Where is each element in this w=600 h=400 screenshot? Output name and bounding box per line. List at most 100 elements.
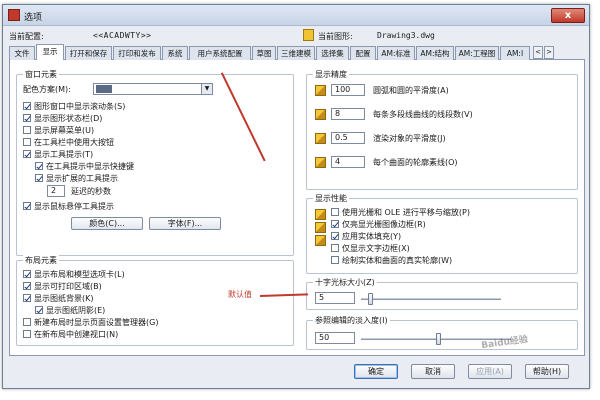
checkbox-box[interactable] (23, 137, 31, 146)
checkbox-text-frame[interactable]: 仅显示文字边框(X) (331, 243, 410, 254)
tab-am-standards[interactable]: AM:标准 (377, 46, 415, 60)
checkbox-label: 在工具提示中显示快捷键 (46, 162, 134, 171)
crosshair-size-title: 十字光标大小(Z) (313, 277, 377, 288)
color-scheme-select[interactable]: ▼ (93, 83, 213, 95)
checkbox-box[interactable] (331, 219, 339, 228)
crosshair-slider-track[interactable] (361, 298, 501, 300)
tab-scroll-left[interactable]: < (533, 46, 543, 59)
checkbox-label: 显示图形状态栏(D) (34, 114, 103, 123)
checkbox-tooltip-shortcuts[interactable]: 在工具提示中显示快捷键 (35, 161, 134, 172)
default-value-annotation: 默认值 (228, 290, 252, 299)
layout-elements-title: 布局元素 (23, 255, 59, 266)
checkbox-box[interactable] (23, 329, 31, 338)
app-icon (8, 9, 20, 21)
current-drawing-value: Drawing3.dwg (377, 31, 435, 40)
checkbox-rollover-tooltips[interactable]: 显示鼠标悬停工具提示 (23, 201, 114, 212)
performance-icon (315, 209, 326, 220)
tab-plot-publish[interactable]: 打印和发布 (113, 46, 161, 60)
fade-control-title: 参照编辑的淡入度(I) (313, 315, 390, 326)
checkbox-raster-ole[interactable]: 使用光栅和 OLE 进行平移与缩放(P) (331, 207, 470, 218)
checkbox-box[interactable] (23, 281, 31, 290)
checkbox-true-silhouettes[interactable]: 绘制实体和曲面的真实轮廓(W) (331, 255, 452, 266)
title-bar[interactable]: 选项 x (3, 5, 589, 26)
resolution-icon (315, 109, 326, 120)
tab-3d-modeling[interactable]: 三维建模 (277, 46, 315, 60)
contour-lines-input[interactable]: 4 (331, 156, 365, 168)
tab-profiles[interactable]: 配置 (350, 46, 376, 60)
checkbox-label: 在新布局中创建视口(N) (34, 330, 119, 339)
checkbox-box[interactable] (23, 269, 31, 278)
tab-scroll-right[interactable]: > (544, 46, 554, 59)
resolution-icon (315, 85, 326, 96)
help-button[interactable]: 帮助(H) (525, 364, 569, 379)
display-performance-title: 显示性能 (313, 193, 349, 204)
checkbox-layout-tabs[interactable]: 显示布局和模型选项卡(L) (23, 269, 125, 280)
checkbox-paper-shadow[interactable]: 显示图纸阴影(E) (35, 305, 105, 316)
checkbox-box[interactable] (331, 207, 339, 216)
tab-open-save[interactable]: 打开和保存 (65, 46, 112, 60)
checkbox-status-bar[interactable]: 显示图形状态栏(D) (23, 113, 102, 124)
checkbox-label: 显示图纸阴影(E) (46, 306, 106, 315)
fade-intensity-input[interactable]: 50 (315, 332, 355, 344)
options-dialog: 选项 x 当前配置: <<ACADWTY>> 当前图形: Drawing3.dw… (2, 4, 590, 389)
checkbox-box[interactable] (23, 149, 31, 158)
delay-seconds-label: 延迟的秒数 (71, 187, 111, 196)
checkbox-tooltips[interactable]: 显示工具提示(T) (23, 149, 93, 160)
checkbox-box[interactable] (23, 201, 31, 210)
colors-button[interactable]: 颜色(C)... (71, 217, 143, 230)
checkbox-paper-background[interactable]: 显示图纸背景(K) (23, 293, 94, 304)
checkbox-box[interactable] (331, 231, 339, 240)
checkbox-box[interactable] (331, 255, 339, 264)
checkbox-box[interactable] (23, 101, 31, 110)
tab-user-preferences[interactable]: 用户系统配置 (189, 46, 251, 60)
render-smoothness-input[interactable]: 0.5 (331, 132, 365, 144)
checkbox-box[interactable] (331, 243, 339, 252)
checkbox-page-setup-manager[interactable]: 新建布局时显示页面设置管理器(G) (23, 317, 158, 328)
display-resolution-group: 显示精度 100 圆弧和圆的平滑度(A) 8 每条多段线曲线的线段数(V) 0.… (306, 69, 578, 190)
checkbox-extended-tooltips[interactable]: 显示扩展的工具提示 (35, 173, 118, 184)
checkbox-box[interactable] (23, 317, 31, 326)
fonts-button[interactable]: 字体(F)... (149, 217, 221, 230)
crosshair-slider-thumb[interactable] (368, 293, 373, 305)
apply-button[interactable]: 应用(A) (468, 364, 512, 379)
tab-display[interactable]: 显示 (36, 44, 64, 61)
checkbox-box[interactable] (35, 161, 43, 170)
checkbox-box[interactable] (35, 173, 43, 182)
profile-row: 当前配置: <<ACADWTY>> 当前图形: Drawing3.dwg (9, 29, 585, 43)
contour-lines-label: 每个曲面的轮廓素线(O) (373, 158, 458, 167)
fade-slider-thumb[interactable] (436, 333, 441, 345)
checkbox-box[interactable] (23, 125, 31, 134)
checkbox-label: 显示鼠标悬停工具提示 (34, 202, 114, 211)
checkbox-raster-frame[interactable]: 仅亮显光栅图像边框(R) (331, 219, 426, 230)
checkbox-box[interactable] (23, 293, 31, 302)
checkbox-printable-area[interactable]: 显示可打印区域(B) (23, 281, 102, 292)
tab-am-drawing[interactable]: AM:工程图 (455, 46, 499, 60)
checkbox-box[interactable] (35, 305, 43, 314)
render-smoothness-label: 渲染对象的平滑度(J) (373, 134, 446, 143)
checkbox-label: 显示工具提示(T) (34, 150, 94, 159)
close-button[interactable]: x (551, 8, 585, 23)
cancel-button[interactable]: 取消 (411, 364, 455, 379)
arc-smoothness-input[interactable]: 100 (331, 84, 365, 96)
checkbox-box[interactable] (23, 113, 31, 122)
checkbox-screen-menu[interactable]: 显示屏幕菜单(U) (23, 125, 94, 136)
delay-seconds-input[interactable]: 2 (47, 185, 65, 197)
polyline-segments-input[interactable]: 8 (331, 108, 365, 120)
checkbox-create-viewport[interactable]: 在新布局中创建视口(N) (23, 329, 118, 340)
checkbox-large-buttons[interactable]: 在工具栏中使用大按钮 (23, 137, 114, 148)
crosshair-size-input[interactable]: 5 (315, 292, 355, 304)
window-title: 选项 (24, 13, 43, 23)
checkbox-scrollbars[interactable]: 图形窗口中显示滚动条(S) (23, 101, 125, 112)
ok-button[interactable]: 确定 (354, 364, 398, 379)
tab-files[interactable]: 文件 (9, 46, 35, 60)
tab-selection[interactable]: 选择集 (316, 46, 349, 60)
tab-am-more[interactable]: AM:Ⅰ (500, 46, 530, 60)
fade-control-group: 参照编辑的淡入度(I) 50 (306, 315, 578, 350)
tab-system[interactable]: 系统 (162, 46, 188, 60)
tab-strip: 文件 显示 打开和保存 打印和发布 系统 用户系统配置 草图 三维建模 选择集 … (9, 44, 585, 61)
checkbox-label: 仅显示文字边框(X) (342, 244, 410, 253)
tab-am-structure[interactable]: AM:结构 (416, 46, 454, 60)
tab-drafting[interactable]: 草图 (252, 46, 276, 60)
checkbox-solid-fill[interactable]: 应用实体填充(Y) (331, 231, 401, 242)
checkbox-label: 使用光栅和 OLE 进行平移与缩放(P) (342, 208, 470, 217)
